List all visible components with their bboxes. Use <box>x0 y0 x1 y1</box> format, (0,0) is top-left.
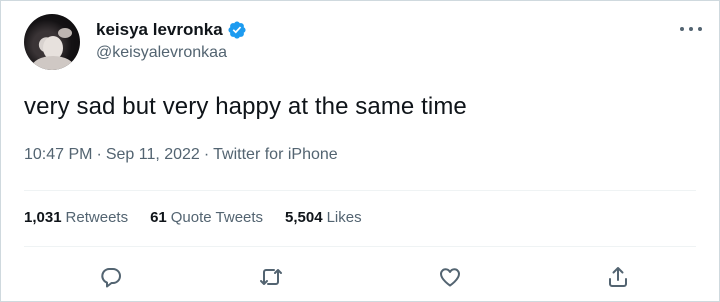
stat-label: Quote Tweets <box>170 209 264 226</box>
stat-quote-tweets[interactable]: 61 Quote Tweets <box>150 209 263 226</box>
tweet-date[interactable]: Sep 11, 2022 <box>106 146 200 164</box>
reply-button[interactable] <box>96 262 126 292</box>
tweet-meta: 10:47 PM · Sep 11, 2022 · Twitter for iP… <box>24 146 338 164</box>
retweet-icon <box>260 269 282 285</box>
avatar-photo-shoulder <box>32 56 74 70</box>
tweet-time[interactable]: 10:47 PM <box>24 146 92 164</box>
tweet-source[interactable]: Twitter for iPhone <box>213 146 338 164</box>
avatar-photo-detail <box>58 28 72 38</box>
share-button[interactable] <box>603 262 633 292</box>
like-icon <box>440 268 460 287</box>
stat-likes[interactable]: 5,504 Likes <box>285 209 362 226</box>
like-button[interactable] <box>435 262 465 292</box>
stat-label: Likes <box>326 209 362 226</box>
author-display-name[interactable]: keisya levronka <box>96 20 223 40</box>
stat-retweets[interactable]: 1,031 Retweets <box>24 209 128 226</box>
stat-count: 1,031 <box>24 209 62 226</box>
meta-separator: · <box>96 146 102 163</box>
stat-count: 61 <box>150 209 167 226</box>
tweet-text: very sad but very happy at the same time <box>24 93 467 120</box>
meta-separator: · <box>203 146 210 163</box>
tweet-stats: 1,031 Retweets 61 Quote Tweets 5,504 Lik… <box>24 209 362 226</box>
stat-count: 5,504 <box>285 209 323 226</box>
action-bar <box>0 262 720 292</box>
author-handle[interactable]: @keisyalevronkaa <box>96 44 227 62</box>
avatar[interactable] <box>24 14 80 70</box>
reply-icon <box>101 268 121 288</box>
verified-badge-icon <box>228 21 246 39</box>
share-icon <box>609 267 627 287</box>
retweet-button[interactable] <box>256 262 286 292</box>
divider <box>24 246 696 247</box>
divider <box>24 190 696 191</box>
stat-label: Retweets <box>65 209 129 226</box>
author-name-row: keisya levronka <box>96 18 247 42</box>
more-options-icon[interactable] <box>680 22 702 36</box>
